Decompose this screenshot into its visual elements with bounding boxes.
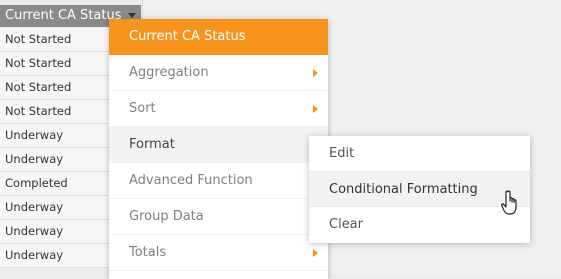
menu-item-label: Sort (129, 101, 156, 116)
chevron-right-icon (313, 105, 318, 113)
table-cell[interactable]: Not Started (0, 28, 109, 52)
menu-item-advanced-function[interactable]: Advanced Function (109, 163, 328, 199)
menu-item-label: Format (129, 137, 175, 152)
format-submenu: Edit Conditional Formatting Clear (309, 136, 530, 243)
menu-item-label: Totals (129, 245, 167, 260)
table-cell[interactable]: Underway (0, 124, 109, 148)
chevron-right-icon (313, 69, 318, 77)
table-cell[interactable]: Not Started (0, 100, 109, 124)
table-cell[interactable]: Not Started (0, 76, 109, 100)
menu-item-group-data[interactable]: Group Data (109, 199, 328, 235)
submenu-item-conditional-formatting[interactable]: Conditional Formatting (309, 171, 530, 207)
menu-header: Current CA Status (109, 19, 328, 55)
submenu-item-clear[interactable]: Clear (309, 207, 530, 243)
hand-pointer-icon (501, 190, 517, 215)
table-cell[interactable]: Completed (0, 172, 109, 196)
menu-item-totals[interactable]: Totals (109, 235, 328, 271)
menu-item-sort[interactable]: Sort (109, 91, 328, 127)
menu-item-label: Group Data (129, 209, 204, 224)
chevron-down-icon[interactable] (128, 13, 136, 18)
menu-item-label: Aggregation (129, 65, 209, 80)
menu-item-aggregation[interactable]: Aggregation (109, 55, 328, 91)
submenu-item-edit[interactable]: Edit (309, 136, 530, 172)
table-cell[interactable]: Underway (0, 220, 109, 244)
table-cell[interactable]: Underway (0, 196, 109, 220)
table-cell[interactable]: Underway (0, 148, 109, 172)
table-cell[interactable]: Not Started (0, 52, 109, 76)
table-cell[interactable]: Underway (0, 244, 109, 268)
column-cells: Not Started Not Started Not Started Not … (0, 28, 109, 268)
menu-item-label: Advanced Function (129, 173, 253, 188)
chevron-right-icon (313, 249, 318, 257)
menu-item-format[interactable]: Format (109, 127, 328, 163)
column-header-label: Current CA Status (5, 8, 122, 23)
column-context-menu: Current CA Status Aggregation Sort Forma… (109, 19, 328, 279)
